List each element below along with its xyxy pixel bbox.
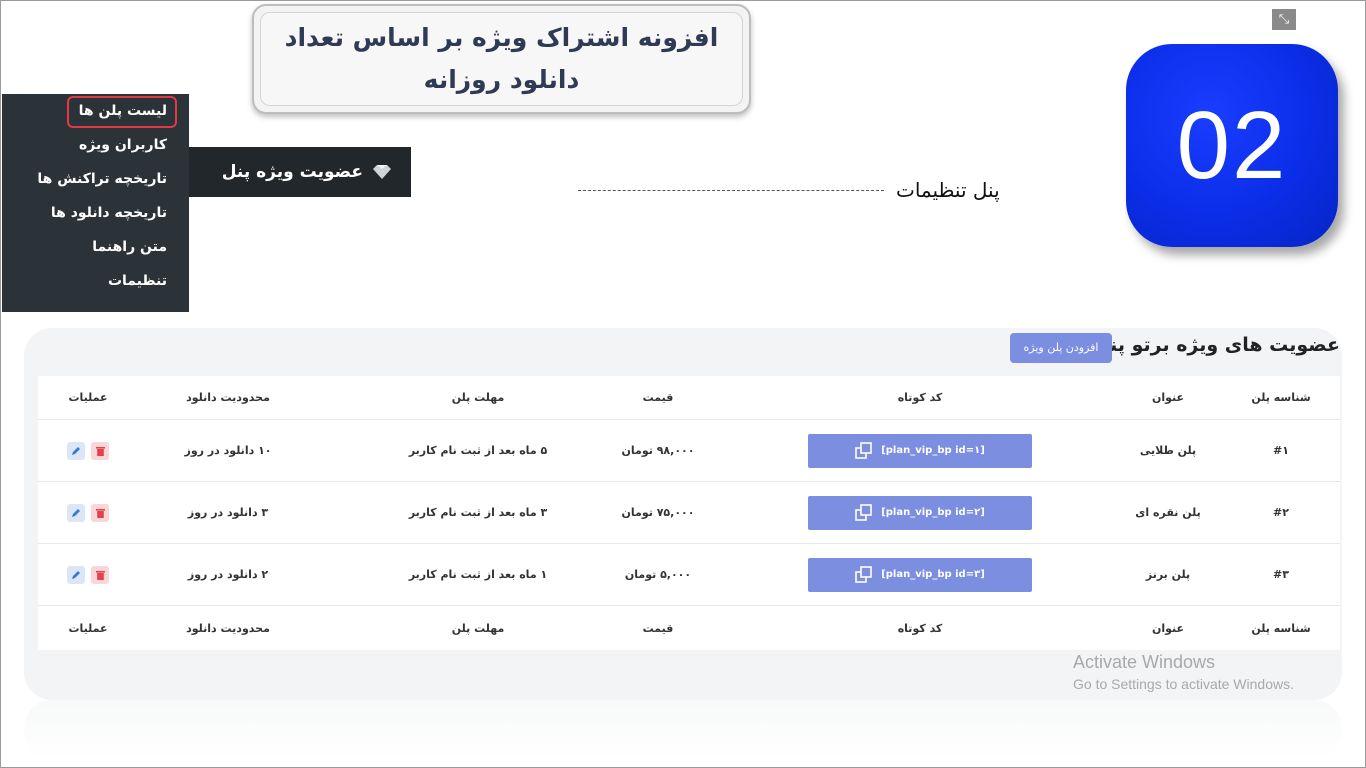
- col-footer-term: مهلت پلن: [451, 621, 505, 635]
- panel-reflection: [24, 700, 1342, 760]
- table-row: #۲ پلن نقره ای [plan_vip_bp id=۲] ۷۵,۰۰۰…: [38, 482, 1340, 544]
- row-actions: [38, 482, 138, 543]
- col-header-term: مهلت پلن: [451, 391, 505, 404]
- menu-item-label: متن راهنما: [92, 239, 167, 255]
- shortcode-text: [plan_vip_bp id=۱]: [881, 445, 985, 456]
- plan-title: پلن طلایی: [1139, 444, 1197, 457]
- plan-limit: ۳ دانلود در روز: [187, 506, 269, 519]
- plans-table: شناسه پلن عنوان کد کوتاه قیمت مهلت پلن م…: [38, 376, 1340, 650]
- trash-icon: [95, 446, 105, 456]
- shortcode-cell: [plan_vip_bp id=۳]: [808, 544, 1032, 605]
- table-row: #۳ پلن برنز [plan_vip_bp id=۳] ۵,۰۰۰ توم…: [38, 544, 1340, 606]
- copy-shortcode-button[interactable]: [plan_vip_bp id=۲]: [808, 495, 1032, 530]
- col-footer-title: عنوان: [1151, 621, 1185, 635]
- table-footer-row: شناسه پلن عنوان کد کوتاه قیمت مهلت پلن م…: [38, 606, 1340, 650]
- shortcode-text: [plan_vip_bp id=۳]: [881, 569, 985, 580]
- col-footer-code: کد کوتاه: [897, 621, 943, 635]
- menu-item-help-text[interactable]: متن راهنما: [2, 230, 189, 264]
- table-row: #۱ پلن طلایی [plan_vip_bp id=۱] ۹۸,۰۰۰ ت…: [38, 420, 1340, 482]
- plan-id: #۱: [1273, 444, 1289, 457]
- col-header-ops: عملیات: [68, 391, 108, 404]
- slide-title: افزونه اشتراک ویژه بر اساس تعداد دانلود …: [260, 12, 743, 106]
- watermark-line-2: Go to Settings to activate Windows.: [1073, 676, 1294, 692]
- plans-panel: عضویت های ویژه برتو پنل افزودن پلن ویژه …: [24, 328, 1342, 700]
- plan-price: ۷۵,۰۰۰ تومان: [621, 506, 695, 519]
- edit-button[interactable]: [67, 441, 85, 460]
- diamond-icon: [373, 165, 391, 179]
- slide-number: 02: [1176, 91, 1288, 199]
- plan-price: ۵,۰۰۰ تومان: [624, 568, 692, 581]
- add-plan-button[interactable]: افزودن پلن ویژه: [1010, 333, 1112, 363]
- shortcode-text: [plan_vip_bp id=۲]: [881, 507, 985, 518]
- slide-title-box: افزونه اشتراک ویژه بر اساس تعداد دانلود …: [252, 4, 751, 114]
- trash-icon: [95, 508, 105, 518]
- menu-item-label: کاربران ویژه: [79, 137, 167, 153]
- menu-item-label: تنظیمات: [107, 273, 167, 289]
- copy-shortcode-button[interactable]: [plan_vip_bp id=۱]: [808, 433, 1032, 468]
- copy-icon: [855, 503, 873, 521]
- delete-button[interactable]: [91, 503, 109, 522]
- pencil-icon: [72, 446, 80, 455]
- highlight-ring: [67, 96, 177, 128]
- col-footer-id: شناسه پلن: [1251, 621, 1311, 635]
- copy-icon: [855, 441, 873, 459]
- plan-term: ۵ ماه بعد از ثبت نام کاربر: [408, 444, 548, 457]
- shortcode-cell: [plan_vip_bp id=۲]: [808, 482, 1032, 543]
- menu-item-transactions[interactable]: تاریخچه تراکنش ها: [2, 162, 189, 196]
- menu-item-vip-users[interactable]: کاربران ویژه: [2, 128, 189, 162]
- col-footer-limit: محدودیت دانلود: [186, 621, 270, 635]
- trash-icon: [95, 570, 105, 580]
- edit-button[interactable]: [67, 503, 85, 522]
- edit-button[interactable]: [67, 565, 85, 584]
- col-header-id: شناسه پلن: [1251, 391, 1311, 404]
- pencil-icon: [72, 570, 80, 579]
- menu-item-settings[interactable]: تنظیمات: [2, 264, 189, 298]
- col-header-price: قیمت: [642, 391, 674, 404]
- slide-number-badge: 02: [1126, 44, 1338, 247]
- col-footer-price: قیمت: [642, 621, 674, 635]
- activation-watermark: Activate Windows Go to Settings to activ…: [1073, 652, 1294, 692]
- plan-term: ۳ ماه بعد از ثبت نام کاربر: [408, 506, 548, 519]
- delete-button[interactable]: [91, 565, 109, 584]
- submenu: لیست پلن ها کاربران ویژه تاریخچه تراکنش …: [2, 94, 189, 312]
- menu-header-label: عضویت ویژه پنل: [221, 162, 363, 182]
- row-actions: [38, 544, 138, 605]
- col-header-limit: محدودیت دانلود: [186, 391, 270, 404]
- plan-title: پلن نقره ای: [1135, 506, 1201, 519]
- panel-title: عضویت های ویژه برتو پنل: [1093, 334, 1340, 356]
- pencil-icon: [72, 508, 80, 517]
- col-footer-ops: عملیات: [68, 621, 108, 635]
- menu-header-vip-membership[interactable]: عضویت ویژه پنل: [189, 147, 411, 197]
- collapse-icon[interactable]: ⤡: [1272, 9, 1296, 30]
- menu-item-label: تاریخچه دانلود ها: [50, 205, 167, 221]
- watermark-line-1: Activate Windows: [1073, 652, 1216, 672]
- menu-item-plan-list[interactable]: لیست پلن ها: [2, 94, 189, 128]
- copy-shortcode-button[interactable]: [plan_vip_bp id=۳]: [808, 557, 1032, 592]
- plan-price: ۹۸,۰۰۰ تومان: [621, 444, 695, 457]
- col-header-title: عنوان: [1151, 391, 1185, 404]
- plan-limit: ۲ دانلود در روز: [187, 568, 269, 581]
- callout-label: پنل تنظیمات: [896, 178, 1000, 202]
- plan-limit: ۱۰ دانلود در روز: [184, 444, 272, 457]
- delete-button[interactable]: [91, 441, 109, 460]
- plan-id: #۳: [1273, 568, 1289, 581]
- shortcode-cell: [plan_vip_bp id=۱]: [808, 420, 1032, 481]
- menu-item-label: تاریخچه تراکنش ها: [37, 171, 167, 187]
- row-actions: [38, 420, 138, 481]
- col-header-code: کد کوتاه: [897, 391, 943, 404]
- menu-item-downloads[interactable]: تاریخچه دانلود ها: [2, 196, 189, 230]
- plan-title: پلن برنز: [1145, 568, 1191, 581]
- plan-id: #۲: [1273, 506, 1289, 519]
- callout-leader-line: [578, 190, 884, 191]
- plan-term: ۱ ماه بعد از ثبت نام کاربر: [408, 568, 548, 581]
- table-header-row: شناسه پلن عنوان کد کوتاه قیمت مهلت پلن م…: [38, 376, 1340, 420]
- copy-icon: [855, 565, 873, 583]
